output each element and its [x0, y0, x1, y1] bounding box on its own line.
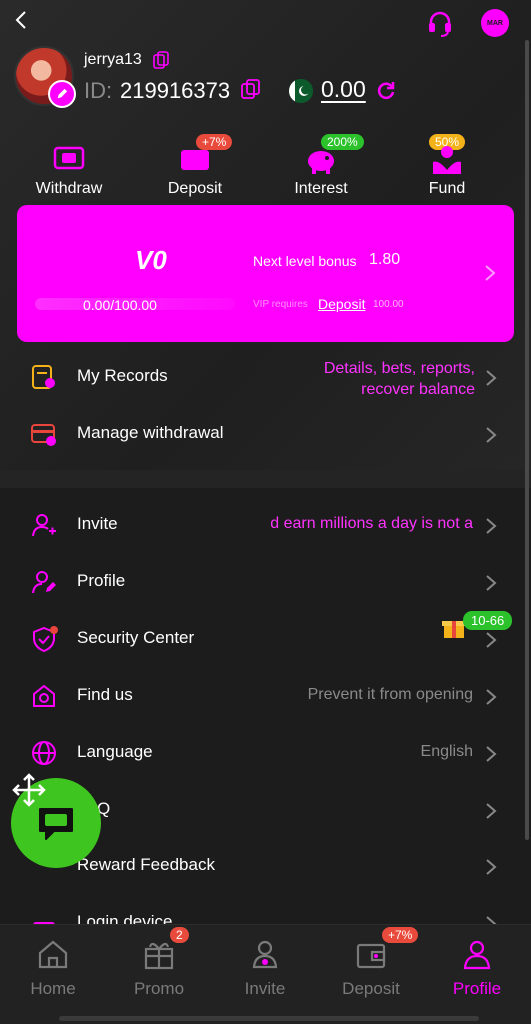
piggy-bank-icon: [308, 151, 334, 174]
edit-avatar-icon[interactable]: [48, 80, 76, 108]
wallet-icon: [356, 943, 386, 969]
profile-row[interactable]: Profile: [0, 554, 531, 611]
withdraw-label: Withdraw: [35, 180, 103, 197]
chat-bubble-icon: [39, 808, 73, 840]
next-level-bonus-label: Next level bonus: [253, 253, 357, 269]
headset-support-icon[interactable]: [425, 8, 455, 38]
profile-label: Profile: [77, 571, 126, 590]
balance-amount: 0.00: [321, 76, 366, 102]
nav-deposit[interactable]: +7% Deposit: [318, 925, 424, 1024]
deposit-label: Deposit: [167, 180, 223, 197]
profile-edit-icon: [32, 571, 56, 594]
find-us-value: Prevent it from opening: [307, 686, 473, 703]
home-indicator: [59, 1016, 479, 1021]
chevron-right-icon: [486, 632, 497, 648]
vip-requires-value: 100.00: [373, 299, 404, 310]
manage-withdrawal-row[interactable]: Manage withdrawal: [0, 406, 531, 463]
refresh-balance-icon[interactable]: [376, 80, 396, 100]
interest-action[interactable]: 200% Interest: [266, 132, 376, 202]
nav-profile[interactable]: Profile: [424, 925, 530, 1024]
invite-label: Invite: [77, 514, 118, 533]
chevron-right-icon: [485, 265, 496, 281]
shield-icon: [33, 626, 58, 653]
drag-move-icon[interactable]: [12, 773, 46, 807]
invite-marquee-text: d earn millions a day is not a: [270, 515, 473, 532]
profile-user-icon: [463, 940, 491, 970]
nav-profile-label: Profile: [452, 979, 502, 998]
withdrawal-card-icon: [31, 424, 56, 446]
chevron-right-icon: [486, 575, 497, 591]
withdraw-icon: [53, 146, 85, 170]
nav-home-label: Home: [30, 979, 76, 998]
fund-label: Fund: [428, 180, 466, 197]
profile-screen: MAR jerrya13 ID: 219916373 0.00 Withdraw…: [0, 0, 531, 1024]
invite-row[interactable]: Invite d earn millions a day is not a: [0, 497, 531, 554]
globe-icon: [32, 741, 56, 765]
fund-action[interactable]: 50% Fund: [392, 132, 502, 202]
my-records-label: My Records: [77, 366, 168, 385]
interest-label: Interest: [294, 180, 348, 197]
vip-card[interactable]: V0 0.00/100.00 Next level bonus 1.80 VIP…: [17, 205, 514, 342]
nav-promo-label: Promo: [133, 979, 185, 998]
copy-id-icon[interactable]: [241, 79, 261, 99]
gift-countdown-badge: 10-66: [463, 611, 513, 630]
user-id-value: 219916373: [120, 78, 231, 103]
scrollbar[interactable]: [525, 40, 529, 840]
vip-requires-label: VIP requires: [253, 299, 308, 310]
username: jerrya13: [84, 51, 142, 68]
users-icon: [252, 940, 278, 969]
chevron-right-icon: [486, 518, 497, 534]
my-records-description-line1: Details, bets, reports,: [323, 360, 475, 377]
reward-feedback-label: Reward Feedback: [77, 855, 215, 874]
fund-hands-icon: [433, 146, 461, 174]
home-icon: [38, 940, 68, 969]
back-arrow-icon[interactable]: [10, 8, 34, 32]
language-value: English: [420, 743, 473, 760]
nav-invite-label: Invite: [244, 979, 286, 998]
next-level-bonus-value: 1.80: [369, 251, 401, 268]
profile-header: MAR jerrya13 ID: 219916373 0.00 Withdraw…: [0, 0, 531, 470]
copy-username-icon[interactable]: [153, 51, 169, 69]
manage-withdrawal-label: Manage withdrawal: [77, 423, 224, 442]
my-records-description-line2: recover balance: [361, 381, 475, 398]
chevron-right-icon: [486, 859, 497, 875]
message-icon-text: MAR: [487, 19, 503, 27]
chevron-right-icon: [486, 427, 497, 443]
vip-deposit-link[interactable]: Deposit: [318, 296, 365, 312]
search-house-icon: [33, 684, 55, 707]
message-icon[interactable]: MAR: [481, 9, 509, 37]
invite-user-icon: [32, 514, 56, 537]
vip-level: V0: [135, 245, 167, 275]
chevron-right-icon: [486, 370, 497, 386]
pakistan-flag-icon: [289, 79, 313, 103]
deposit-action[interactable]: +7% Deposit: [140, 132, 250, 202]
records-icon: [32, 365, 55, 389]
nav-promo[interactable]: 2 Promo: [106, 925, 212, 1024]
bottom-navigation: Home 2 Promo Invite +7% Deposit Profile: [0, 924, 531, 1024]
find-us-label: Find us: [77, 685, 133, 704]
language-label: Language: [77, 742, 153, 761]
vip-progress-text: 0.00/100.00: [83, 297, 157, 313]
security-center-label: Security Center: [77, 628, 195, 647]
gift-box-icon: [144, 942, 174, 970]
user-id-label: ID:: [84, 78, 113, 103]
deposit-wallet-icon: [181, 150, 209, 170]
nav-home[interactable]: Home: [0, 925, 106, 1024]
my-records-description: Details, bets, reports, recover balance: [290, 358, 475, 400]
chevron-right-icon: [486, 803, 497, 819]
nav-invite[interactable]: Invite: [212, 925, 318, 1024]
nav-deposit-label: Deposit: [342, 979, 400, 998]
find-us-row[interactable]: Find us Prevent it from opening: [0, 668, 531, 725]
chevron-right-icon: [486, 689, 497, 705]
language-row[interactable]: Language English: [0, 725, 531, 782]
chevron-right-icon: [486, 746, 497, 762]
withdraw-action[interactable]: Withdraw: [14, 132, 124, 202]
section-divider: [0, 470, 531, 488]
